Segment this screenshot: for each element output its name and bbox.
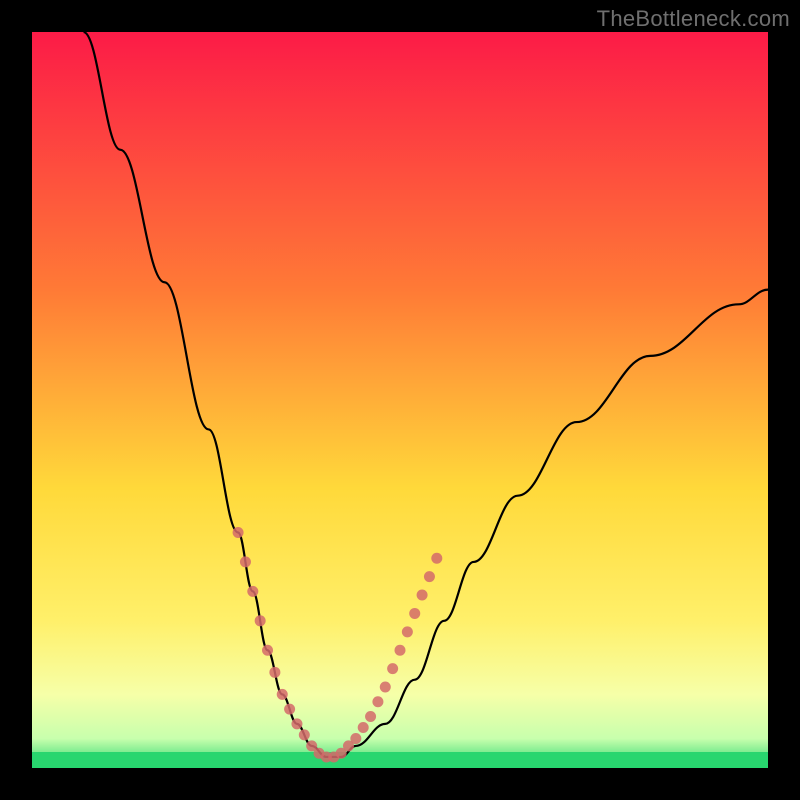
- sample-dot: [277, 689, 288, 700]
- sample-dot: [402, 626, 413, 637]
- sample-dot: [284, 704, 295, 715]
- sample-dot: [233, 527, 244, 538]
- chart-frame: { "watermark": "TheBottleneck.com", "col…: [0, 0, 800, 800]
- sample-dot: [365, 711, 376, 722]
- sample-dot: [424, 571, 435, 582]
- green-bottom-band: [32, 752, 768, 768]
- sample-dot: [240, 556, 251, 567]
- bottleneck-chart: [0, 0, 800, 800]
- sample-dot: [380, 682, 391, 693]
- sample-dot: [247, 586, 258, 597]
- sample-dot: [358, 722, 369, 733]
- sample-dot: [299, 729, 310, 740]
- sample-dot: [431, 553, 442, 564]
- sample-dot: [409, 608, 420, 619]
- plot-background: [32, 32, 768, 768]
- sample-dot: [262, 645, 273, 656]
- sample-dot: [395, 645, 406, 656]
- sample-dot: [350, 733, 361, 744]
- sample-dot: [269, 667, 280, 678]
- sample-dot: [372, 696, 383, 707]
- sample-dot: [387, 663, 398, 674]
- sample-dot: [291, 718, 302, 729]
- sample-dot: [255, 615, 266, 626]
- sample-dot: [417, 590, 428, 601]
